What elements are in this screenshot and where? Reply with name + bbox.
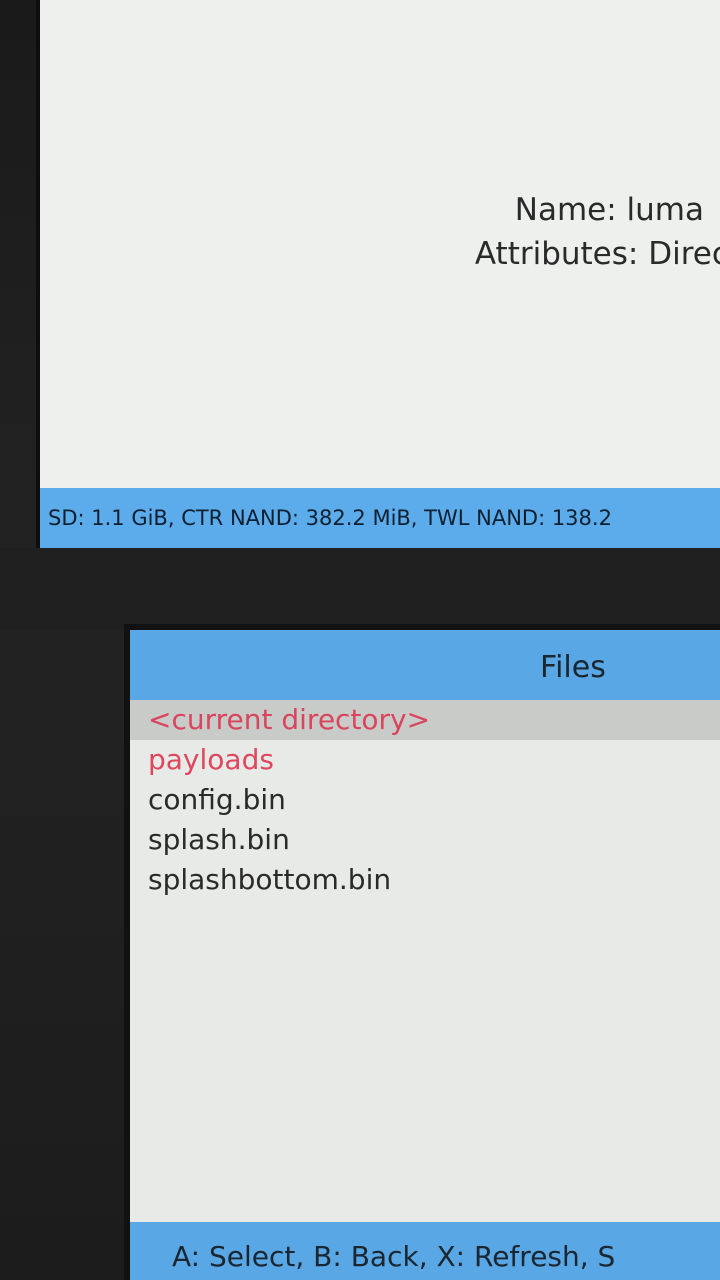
files-header: Files [130,630,720,700]
controls-hint-bar: A: Select, B: Back, X: Refresh, S [130,1222,720,1280]
bottom-screen: Files <current directory> payloads confi… [130,630,720,1280]
file-list: <current directory> payloads config.bin … [130,700,720,900]
file-item-current-directory[interactable]: <current directory> [130,700,720,740]
hinge-bezel [0,548,720,630]
file-item-splashbottom-bin[interactable]: splashbottom.bin [130,860,720,900]
device-photo: Name: luma Attributes: Directo SD: 1.1 G… [0,0,720,1280]
file-item-config-bin[interactable]: config.bin [130,780,720,820]
file-item-splash-bin[interactable]: splash.bin [130,820,720,860]
file-item-payloads[interactable]: payloads [130,740,720,780]
file-info-panel: Name: luma Attributes: Directo [40,188,720,276]
top-screen: Name: luma Attributes: Directo SD: 1.1 G… [40,0,720,548]
storage-status-bar: SD: 1.1 GiB, CTR NAND: 382.2 MiB, TWL NA… [40,488,720,548]
file-name-line: Name: luma [514,192,704,228]
files-title: Files [540,650,606,685]
file-attributes-line: Attributes: Directo [474,236,720,272]
